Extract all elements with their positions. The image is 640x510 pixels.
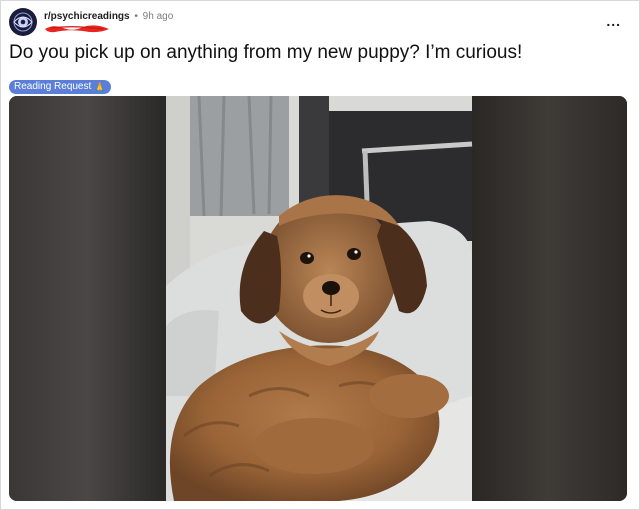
puppy-photo	[9, 96, 627, 501]
post-time: 9h ago	[142, 11, 174, 22]
post-card: r/psychicreadings • 9h ago ... Do you pi…	[0, 0, 640, 510]
subreddit-avatar-icon[interactable]	[9, 8, 37, 36]
post-title[interactable]: Do you pick up on anything from my new p…	[9, 41, 619, 65]
redaction-scribble	[45, 25, 109, 33]
subreddit-link[interactable]: r/psychicreadings	[44, 11, 130, 22]
post-image[interactable]	[9, 96, 627, 501]
meta-separator: •	[134, 11, 138, 22]
flair-label: Reading Request	[14, 81, 92, 92]
praying-hands-icon: 🙏	[94, 82, 106, 92]
more-options-icon[interactable]: ...	[606, 14, 621, 28]
post-meta: r/psychicreadings • 9h ago	[44, 11, 173, 23]
flair-badge[interactable]: Reading Request 🙏	[9, 80, 111, 94]
post-header: r/psychicreadings • 9h ago ...	[9, 8, 629, 36]
